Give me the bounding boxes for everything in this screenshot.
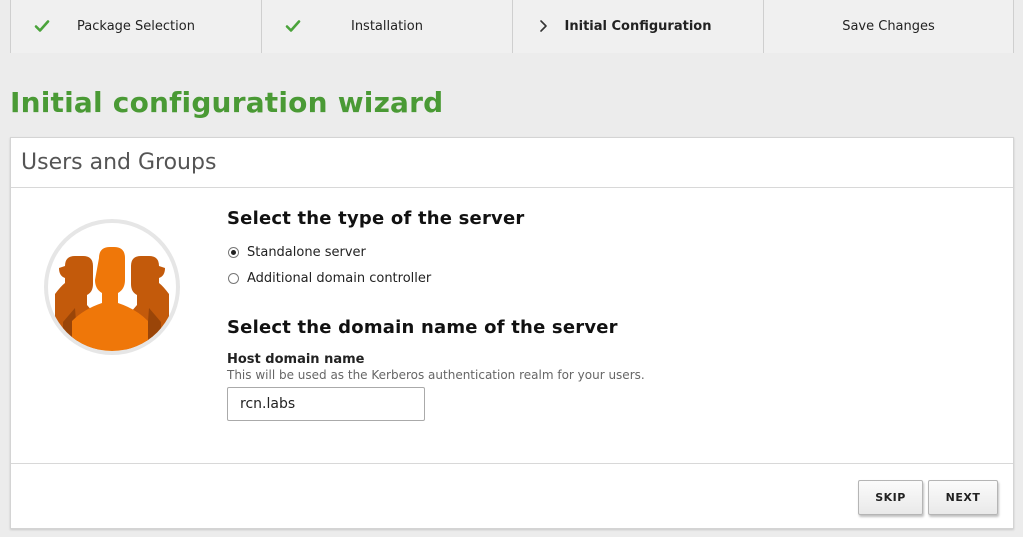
server-type-heading: Select the type of the server — [227, 208, 525, 229]
radio-label: Standalone server — [247, 244, 366, 260]
radio-additional-domain-controller[interactable]: Additional domain controller — [227, 265, 927, 291]
step-label: Installation — [350, 19, 423, 34]
domain-name-heading: Select the domain name of the server — [227, 317, 618, 338]
radio-button[interactable] — [228, 272, 239, 284]
check-icon — [34, 20, 50, 32]
step-label: Package Selection — [77, 19, 195, 34]
next-button[interactable]: NEXT — [928, 480, 998, 515]
step-initial-configuration: Initial Configuration — [512, 0, 763, 53]
radio-standalone-server[interactable]: Standalone server — [227, 239, 927, 265]
step-label: Save Changes — [842, 19, 935, 34]
radio-button-checked[interactable] — [228, 246, 239, 258]
users-group-icon — [44, 219, 180, 355]
panel-title: Users and Groups — [11, 138, 1013, 188]
host-domain-help: This will be used as the Kerberos authen… — [227, 368, 645, 382]
wizard-steps: Package Selection Installation Initial C… — [10, 0, 1014, 53]
radio-label: Additional domain controller — [247, 270, 432, 286]
chevron-right-icon — [540, 20, 547, 32]
step-installation: Installation — [261, 0, 512, 53]
step-package-selection: Package Selection — [10, 0, 261, 53]
page-title: Initial configuration wizard — [10, 86, 444, 119]
users-groups-panel: Users and Groups Select the type of the … — [10, 137, 1014, 529]
check-icon — [285, 20, 301, 32]
footer-divider — [11, 463, 1013, 464]
host-domain-input[interactable] — [227, 387, 425, 421]
host-domain-label: Host domain name — [227, 352, 365, 367]
step-save-changes: Save Changes — [763, 0, 1014, 53]
step-label: Initial Configuration — [564, 19, 712, 34]
server-settings-form: Select the type of the server Standalone… — [227, 208, 927, 421]
skip-button[interactable]: SKIP — [858, 480, 923, 515]
